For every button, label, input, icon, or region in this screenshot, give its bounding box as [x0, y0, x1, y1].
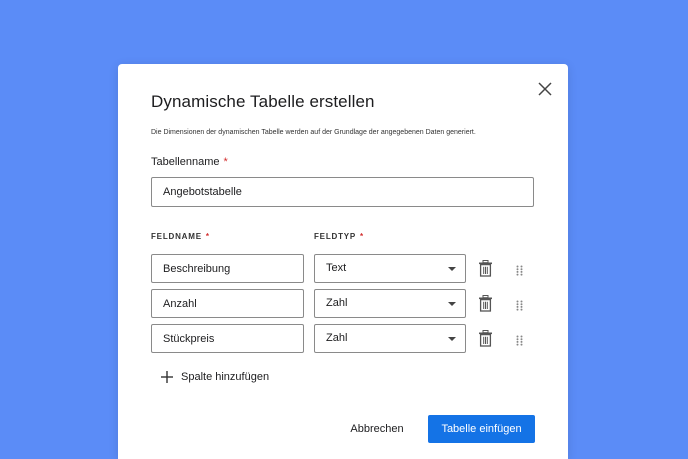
field-type-value: Text: [326, 262, 347, 274]
drag-handle[interactable]: [516, 263, 523, 281]
table-name-input[interactable]: [151, 177, 534, 207]
dialog-description: Die Dimensionen der dynamischen Tabelle …: [151, 129, 476, 136]
delete-row-button[interactable]: [478, 295, 493, 317]
create-dynamic-table-dialog: Dynamische Tabelle erstellen Die Dimensi…: [118, 64, 568, 459]
add-column-button[interactable]: Spalte hinzufügen: [160, 370, 269, 384]
chevron-down-icon: [448, 302, 456, 306]
trash-icon: [479, 330, 492, 347]
delete-row-button[interactable]: [478, 260, 493, 282]
close-button[interactable]: [536, 80, 554, 98]
required-marker: *: [360, 232, 364, 241]
chevron-down-icon: [448, 267, 456, 271]
drag-handle-icon: [516, 335, 523, 346]
close-icon: [538, 82, 552, 96]
table-name-label-text: Tabellenname: [151, 156, 220, 168]
field-type-select[interactable]: Zahl: [314, 289, 466, 318]
field-type-header-text: FELDTYP: [314, 232, 357, 241]
drag-handle[interactable]: [516, 333, 523, 351]
table-name-label: Tabellenname *: [151, 156, 228, 168]
field-name-header-text: FELDNAME: [151, 232, 202, 241]
insert-table-button[interactable]: Tabelle einfügen: [428, 415, 535, 443]
field-name-input[interactable]: [151, 254, 304, 283]
trash-icon: [479, 295, 492, 312]
drag-handle-icon: [516, 265, 523, 276]
field-type-select[interactable]: Zahl: [314, 324, 466, 353]
drag-handle-icon: [516, 300, 523, 311]
plus-icon: [161, 371, 173, 383]
cancel-button[interactable]: Abbrechen: [340, 415, 414, 443]
field-name-input[interactable]: [151, 324, 304, 353]
field-type-select[interactable]: Text: [314, 254, 466, 283]
field-name-header: FELDNAME *: [151, 232, 210, 241]
field-type-header: FELDTYP *: [314, 232, 364, 241]
dialog-title: Dynamische Tabelle erstellen: [151, 92, 375, 111]
delete-row-button[interactable]: [478, 330, 493, 352]
trash-icon: [479, 260, 492, 277]
add-column-label: Spalte hinzufügen: [181, 371, 270, 383]
required-marker: *: [205, 232, 210, 241]
required-marker: *: [223, 156, 228, 168]
chevron-down-icon: [448, 337, 456, 341]
field-type-value: Zahl: [326, 332, 348, 344]
field-name-input[interactable]: [151, 289, 304, 318]
field-type-value: Zahl: [326, 297, 348, 309]
drag-handle[interactable]: [516, 298, 523, 316]
